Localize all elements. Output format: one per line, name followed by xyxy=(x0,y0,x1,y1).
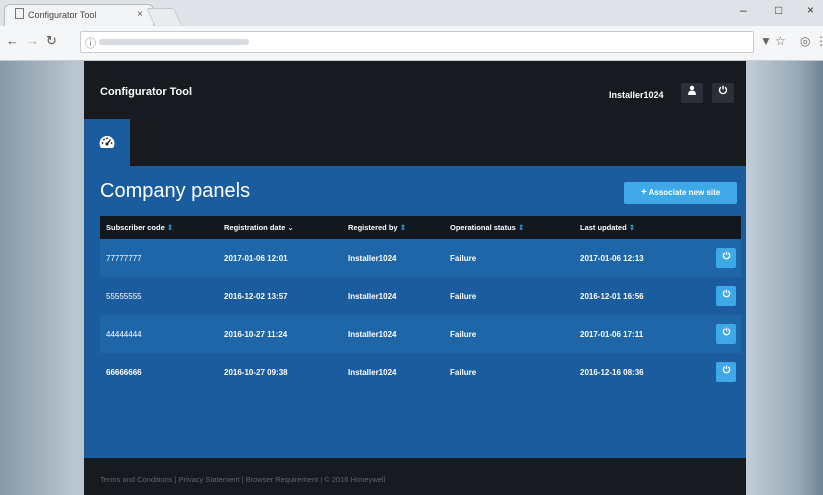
last-updated: 2016-12-01 16:56 xyxy=(580,291,644,301)
footer-links[interactable]: Terms and Conditions | Privacy Statement… xyxy=(100,475,385,484)
app-footer: Terms and Conditions | Privacy Statement… xyxy=(84,458,746,495)
power-icon xyxy=(722,251,730,260)
registered-by: Installer1024 xyxy=(348,291,397,301)
bookmark-star-icon[interactable]: ☆ xyxy=(775,34,786,48)
operational-status: Failure xyxy=(450,253,477,263)
forward-icon[interactable]: → xyxy=(26,33,39,48)
profile-icon[interactable]: ◎ xyxy=(800,34,810,48)
power-icon xyxy=(722,289,730,298)
info-icon[interactable]: ⓘ xyxy=(85,35,96,51)
user-name: Installer1024 xyxy=(609,90,664,100)
last-updated: 2016-12-16 08:36 xyxy=(580,367,644,377)
filter-icon[interactable]: ▼ xyxy=(760,34,772,48)
power-icon xyxy=(722,365,730,374)
app-title: Configurator Tool xyxy=(100,86,193,98)
app-header: Configurator Tool Installer1024 xyxy=(84,61,746,166)
sort-desc-icon: ⌄ xyxy=(287,223,294,232)
close-window-icon[interactable]: × xyxy=(807,3,814,17)
registered-by: Installer1024 xyxy=(348,329,397,339)
table-header-row: Subscriber code ⇕ Registration date ⌄ Re… xyxy=(100,216,741,239)
browser-tab[interactable]: Configurator Tool × xyxy=(4,4,154,26)
dashboard-gauge-icon xyxy=(99,136,115,148)
maximize-icon[interactable]: □ xyxy=(775,3,782,17)
panels-table: Subscriber code ⇕ Registration date ⌄ Re… xyxy=(100,216,741,391)
column-operational-status[interactable]: Operational status ⇕ xyxy=(444,216,574,239)
minimize-icon[interactable]: – xyxy=(740,3,747,17)
sort-icon: ⇕ xyxy=(517,223,525,232)
subscriber-code: 77777777 xyxy=(106,253,142,263)
reload-icon[interactable]: ↻ xyxy=(46,33,57,49)
tab-dashboard[interactable] xyxy=(84,119,130,166)
address-bar[interactable]: ⓘ xyxy=(80,31,754,53)
last-updated: 2017-01-06 12:13 xyxy=(580,253,644,263)
open-panel-button[interactable] xyxy=(716,248,736,268)
table-row[interactable]: 77777777 2017-01-06 12:01 Installer1024 … xyxy=(100,239,741,277)
browser-tab-bar: Configurator Tool × – □ × xyxy=(0,0,823,26)
column-registered-by[interactable]: Registered by ⇕ xyxy=(342,216,444,239)
registered-by: Installer1024 xyxy=(348,253,397,263)
open-panel-button[interactable] xyxy=(716,286,736,306)
user-icon[interactable] xyxy=(681,83,703,103)
open-panel-button[interactable] xyxy=(716,324,736,344)
column-subscriber-code[interactable]: Subscriber code ⇕ xyxy=(100,216,218,239)
column-last-updated[interactable]: Last updated ⇕ xyxy=(574,216,710,239)
open-panel-button[interactable] xyxy=(716,362,736,382)
menu-icon[interactable]: ⋮ xyxy=(815,34,823,48)
url-text xyxy=(99,39,249,45)
registration-date: 2016-10-27 09:38 xyxy=(224,367,288,377)
power-icon[interactable] xyxy=(712,83,734,103)
sort-icon: ⇕ xyxy=(166,223,174,232)
subscriber-code: 44444444 xyxy=(106,329,142,339)
sort-icon: ⇕ xyxy=(628,223,636,232)
back-icon[interactable]: ← xyxy=(6,33,19,48)
operational-status: Failure xyxy=(450,367,477,377)
tab-close-icon[interactable]: × xyxy=(137,5,143,25)
operational-status: Failure xyxy=(450,329,477,339)
sort-icon: ⇕ xyxy=(399,223,406,232)
associate-new-site-button[interactable]: + Associate new site xyxy=(624,182,737,204)
associate-button-label: Associate new site xyxy=(648,188,721,197)
browser-toolbar: ← → ↻ ⓘ ▼ ☆ ◎ ⋮ xyxy=(0,26,823,61)
power-icon xyxy=(722,327,730,336)
table-row[interactable]: 55555555 2016-12-02 13:57 Installer1024 … xyxy=(100,277,741,315)
registered-by: Installer1024 xyxy=(348,367,397,377)
column-actions xyxy=(710,216,741,239)
operational-status: Failure xyxy=(450,291,477,301)
column-registration-date[interactable]: Registration date ⌄ xyxy=(218,216,342,239)
page-title: Company panels xyxy=(100,180,251,202)
registration-date: 2017-01-06 12:01 xyxy=(224,253,288,263)
subscriber-code: 66666666 xyxy=(106,367,142,377)
subscriber-code: 55555555 xyxy=(106,291,142,301)
last-updated: 2017-01-06 17:11 xyxy=(580,329,644,339)
table-row[interactable]: 66666666 2016-10-27 09:38 Installer1024 … xyxy=(100,353,741,391)
table-row[interactable]: 44444444 2016-10-27 11:24 Installer1024 … xyxy=(100,315,741,353)
plus-icon: + xyxy=(640,187,647,198)
registration-date: 2016-10-27 11:24 xyxy=(224,329,288,339)
registration-date: 2016-12-02 13:57 xyxy=(224,291,288,301)
tab-title: Configurator Tool xyxy=(28,10,97,20)
app-window: Configurator Tool Installer1024 Company … xyxy=(84,61,746,495)
page-icon xyxy=(15,8,24,19)
